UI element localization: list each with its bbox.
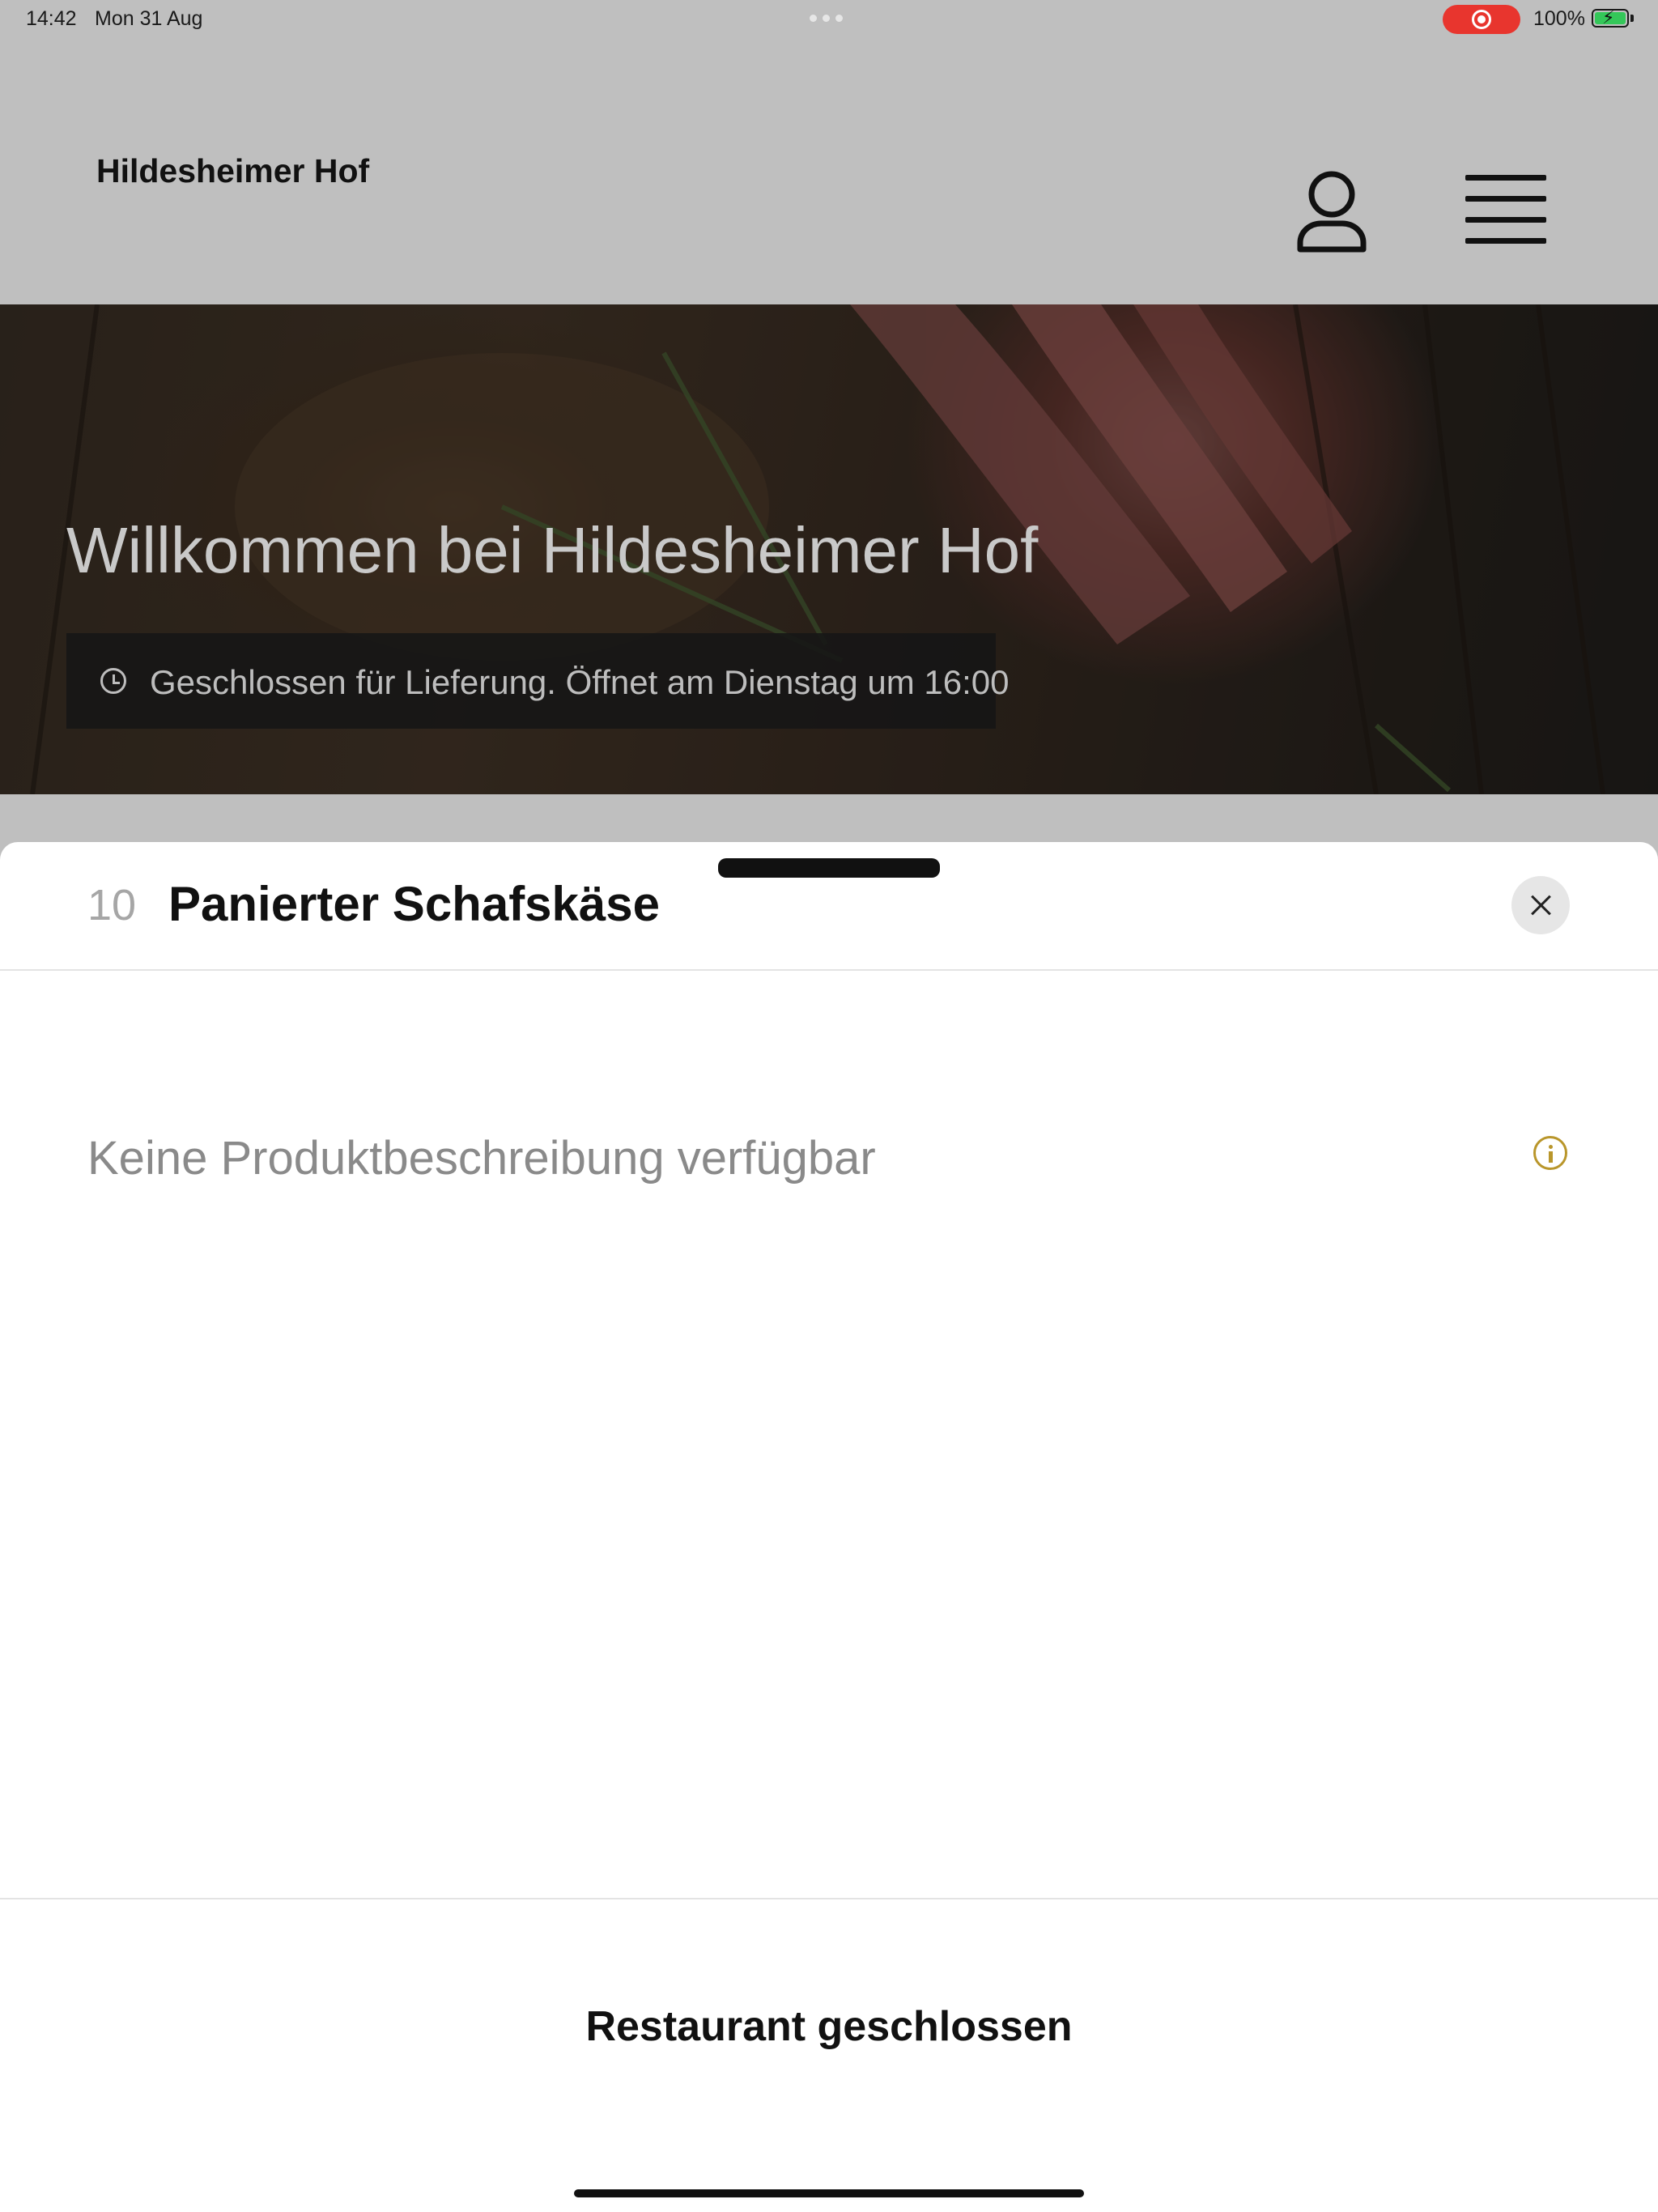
profile-button[interactable] [1295, 168, 1368, 256]
product-description: Keine Produktbeschreibung verfügbar [87, 1132, 876, 1185]
app-title[interactable]: Hildesheimer Hof [96, 152, 369, 190]
close-button[interactable] [1511, 876, 1570, 934]
restaurant-closed-label: Restaurant geschlossen [585, 2003, 1073, 2050]
charging-bolt-icon: ⚡ [1602, 7, 1615, 28]
divider [0, 969, 1658, 971]
screen-recording-indicator[interactable] [1443, 5, 1520, 34]
menu-line [1465, 196, 1546, 202]
battery-cap [1630, 15, 1634, 22]
menu-button[interactable] [1465, 175, 1546, 245]
record-icon [1472, 10, 1491, 29]
product-detail-sheet: 10 Panierter Schafskäse Keine Produktbes… [0, 842, 1658, 2212]
info-icon[interactable] [1533, 1136, 1567, 1170]
app-header: Hildesheimer Hof [0, 39, 1658, 304]
menu-line [1465, 238, 1546, 244]
opening-status-text: Geschlossen für Lieferung. Öffnet am Die… [150, 663, 1010, 701]
person-icon [1297, 171, 1367, 253]
status-bar: 14:42 Mon 31 Aug 100% ⚡ [0, 0, 1658, 39]
item-number: 10 [87, 881, 137, 929]
hero-banner: Willkommen bei Hildesheimer Hof Geschlos… [0, 304, 1658, 794]
info-dot [1549, 1145, 1553, 1149]
battery-percentage: 100% [1533, 7, 1585, 30]
divider [0, 1898, 1658, 1899]
status-date: Mon 31 Aug [95, 7, 203, 30]
menu-line [1465, 217, 1546, 223]
item-title: Panierter Schafskäse [168, 877, 661, 931]
status-time: 14:42 [26, 7, 77, 30]
info-bar [1549, 1151, 1553, 1163]
hero-title: Willkommen bei Hildesheimer Hof [66, 514, 1039, 586]
hamburger-menu-icon [1465, 175, 1546, 181]
multitasking-dots-icon[interactable] [810, 15, 843, 22]
clock-icon [100, 668, 126, 694]
sheet-grabber[interactable] [718, 858, 940, 878]
opening-status-banner: Geschlossen für Lieferung. Öffnet am Die… [66, 633, 1009, 729]
home-indicator[interactable] [574, 2189, 1084, 2197]
